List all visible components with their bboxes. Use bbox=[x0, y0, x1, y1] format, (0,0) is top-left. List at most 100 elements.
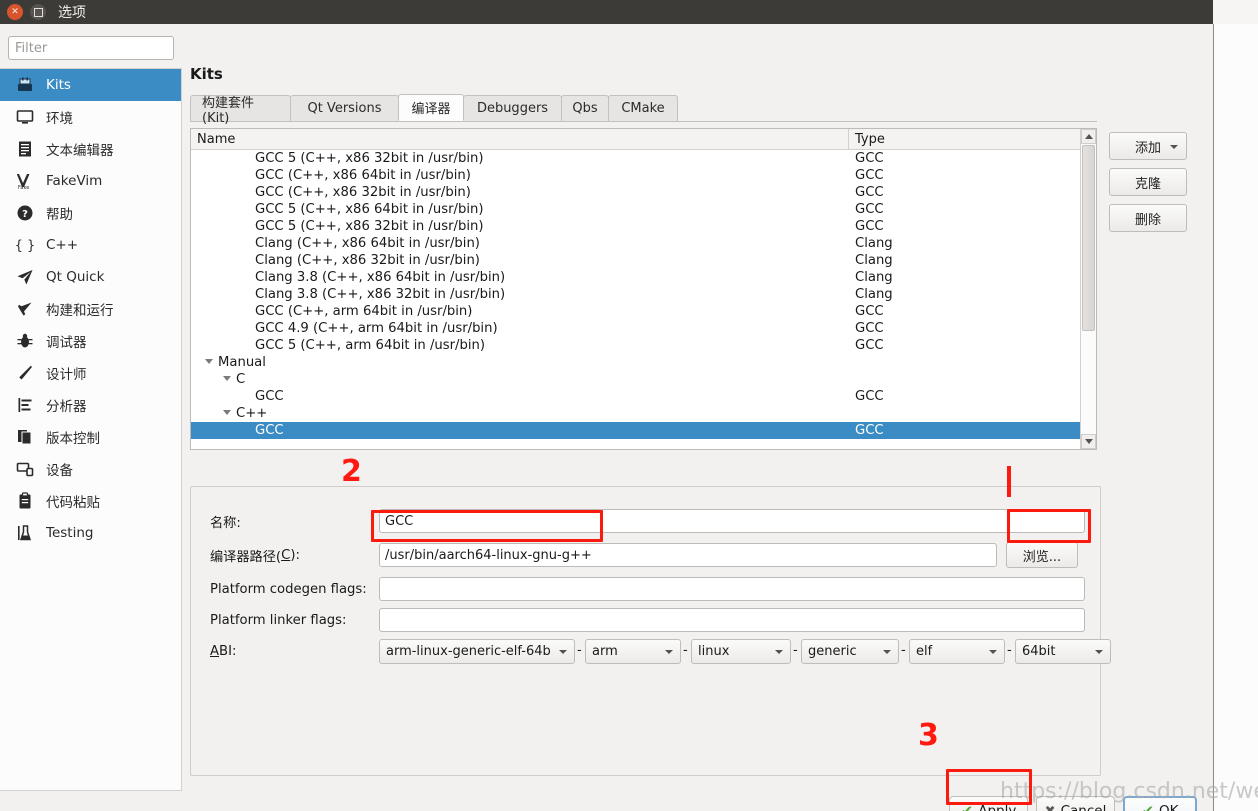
tree-expander-icon[interactable] bbox=[205, 358, 213, 364]
compiler-list-rows[interactable]: GCC 5 (C++, x86 32bit in /usr/bin) GCC GCC… bbox=[191, 150, 1096, 439]
analyzer-icon bbox=[14, 395, 36, 415]
cell-type: GCC bbox=[855, 151, 884, 166]
abi-combo-value: elf bbox=[916, 644, 933, 659]
codegen-flags-field[interactable] bbox=[379, 577, 1085, 601]
tab-bar[interactable]: 构建套件(Kit) Qt Versions 编译器 Debuggers Qbs CMake bbox=[190, 94, 1097, 126]
apply-button[interactable]: ✔ Apply bbox=[949, 796, 1028, 811]
abi-separator: - bbox=[901, 643, 906, 658]
sidebar-item-2[interactable]: 文本编辑器 bbox=[0, 133, 181, 165]
sidebar-item-3[interactable]: Fake FakeVim bbox=[0, 165, 181, 197]
cell-name: Manual bbox=[191, 355, 849, 370]
tab-5[interactable]: CMake bbox=[608, 95, 678, 121]
sidebar-item-8[interactable]: 调试器 bbox=[0, 325, 181, 357]
abi-row: A BI: arm-linux-generic-elf-64b - arm - linux… bbox=[191, 639, 1111, 664]
sidebar-item-0[interactable]: Kits bbox=[0, 69, 181, 101]
compiler-list-scrollbar[interactable] bbox=[1080, 129, 1096, 449]
tab-4[interactable]: Qbs bbox=[561, 95, 609, 121]
scroll-up-icon[interactable] bbox=[1081, 129, 1096, 144]
column-header-name[interactable]: Name bbox=[191, 129, 849, 149]
text-editor-icon bbox=[14, 139, 36, 159]
scroll-down-icon[interactable] bbox=[1081, 434, 1096, 449]
qtquick-icon bbox=[14, 267, 36, 287]
linker-flags-label: Platform linker flags: bbox=[210, 612, 347, 628]
browse-button[interactable]: 浏览... bbox=[1006, 542, 1078, 568]
linker-flags-field[interactable] bbox=[379, 608, 1085, 632]
compiler-path-label: 编译器路径(C): bbox=[210, 547, 300, 565]
tree-expander-icon[interactable] bbox=[223, 409, 231, 415]
cell-type: GCC bbox=[855, 338, 884, 353]
sidebar-item-1[interactable]: 环境 bbox=[0, 101, 181, 133]
abi-combo-5[interactable]: 64bit bbox=[1015, 639, 1111, 664]
table-row[interactable]: GCC 4.9 (C++, arm 64bit in /usr/bin) GCC bbox=[191, 320, 1096, 337]
table-row[interactable]: GCC 5 (C++, arm 64bit in /usr/bin) GCC bbox=[191, 337, 1096, 354]
abi-combo-4[interactable]: elf bbox=[909, 639, 1005, 664]
search-input[interactable] bbox=[8, 36, 174, 60]
device-icon bbox=[14, 459, 36, 479]
tab-1[interactable]: Qt Versions bbox=[290, 95, 399, 121]
fakevim-icon: Fake bbox=[14, 171, 36, 191]
abi-combo-0[interactable]: arm-linux-generic-elf-64b bbox=[379, 639, 575, 664]
table-row[interactable]: Clang (C++, x86 32bit in /usr/bin) Clang bbox=[191, 252, 1096, 269]
abi-combo-2[interactable]: linux bbox=[691, 639, 791, 664]
sidebar-item-9[interactable]: 设计师 bbox=[0, 357, 181, 389]
cell-name-text: GCC bbox=[255, 423, 284, 438]
table-row[interactable]: GCC (C++, arm 64bit in /usr/bin) GCC bbox=[191, 303, 1096, 320]
green-check-icon: ✔ bbox=[1141, 801, 1155, 811]
compiler-path-row: 编译器路径(C): 浏览... bbox=[191, 542, 1100, 568]
table-row[interactable]: GCC 5 (C++, x86 32bit in /usr/bin) GCC bbox=[191, 150, 1096, 167]
window-maximize-icon[interactable] bbox=[30, 4, 46, 20]
abi-combo-1[interactable]: arm bbox=[585, 639, 681, 664]
ok-button[interactable]: ✔ OK bbox=[1123, 796, 1197, 811]
table-row[interactable]: C++ bbox=[191, 405, 1096, 422]
table-row[interactable]: GCC GCC bbox=[191, 388, 1096, 405]
cancel-button[interactable]: ✖ Cancel bbox=[1036, 796, 1115, 811]
table-row[interactable]: GCC (C++, x86 32bit in /usr/bin) GCC bbox=[191, 184, 1096, 201]
sidebar-item-12[interactable]: 设备 bbox=[0, 453, 181, 485]
tab-0[interactable]: 构建套件(Kit) bbox=[190, 95, 291, 126]
window-titlebar: ✕ 选项 bbox=[0, 0, 1213, 24]
sidebar-item-label: 环境 bbox=[46, 111, 73, 127]
compiler-list[interactable]: Name Type GCC 5 (C++, x86 32bit in /usr/… bbox=[190, 128, 1097, 450]
sidebar-item-10[interactable]: 分析器 bbox=[0, 389, 181, 421]
tree-expander-icon[interactable] bbox=[223, 375, 231, 381]
chevron-down-icon bbox=[883, 650, 891, 654]
sidebar-item-11[interactable]: 版本控制 bbox=[0, 421, 181, 453]
name-field[interactable] bbox=[379, 509, 1085, 533]
table-row[interactable]: GCC GCC bbox=[191, 422, 1096, 439]
cell-name-text: Manual bbox=[218, 355, 266, 370]
sidebar-item-4[interactable]: ? 帮助 bbox=[0, 197, 181, 229]
remove-button[interactable]: 删除 bbox=[1109, 204, 1187, 232]
table-row[interactable]: GCC 5 (C++, x86 32bit in /usr/bin) GCC bbox=[191, 218, 1096, 235]
sidebar-item-label: Kits bbox=[46, 77, 71, 93]
cell-name: GCC bbox=[191, 389, 849, 404]
compiler-path-field[interactable] bbox=[379, 543, 997, 567]
options-sidebar[interactable]: Kits 环境文本编辑器 Fake FakeVim? 帮助 { } C++ Qt Quick 构… bbox=[0, 68, 182, 791]
abi-combo-value: arm bbox=[592, 644, 618, 659]
tab-3[interactable]: Debuggers bbox=[463, 95, 562, 121]
add-button[interactable]: 添加 bbox=[1109, 132, 1187, 160]
table-row[interactable]: GCC 5 (C++, x86 64bit in /usr/bin) GCC bbox=[191, 201, 1096, 218]
scrollbar-thumb[interactable] bbox=[1082, 145, 1095, 331]
cell-type: GCC bbox=[855, 423, 884, 438]
clone-button[interactable]: 克隆 bbox=[1109, 168, 1187, 196]
abi-separator: - bbox=[793, 643, 798, 658]
sidebar-item-5[interactable]: { } C++ bbox=[0, 229, 181, 261]
abi-combo-3[interactable]: generic bbox=[801, 639, 899, 664]
table-row[interactable]: GCC (C++, x86 64bit in /usr/bin) GCC bbox=[191, 167, 1096, 184]
sidebar-item-13[interactable]: 代码粘贴 bbox=[0, 485, 181, 517]
sidebar-item-6[interactable]: Qt Quick bbox=[0, 261, 181, 293]
sidebar-item-7[interactable]: 构建和运行 bbox=[0, 293, 181, 325]
table-row[interactable]: C bbox=[191, 371, 1096, 388]
sidebar-item-14[interactable]: Testing bbox=[0, 517, 181, 549]
sidebar-item-label: 构建和运行 bbox=[46, 303, 114, 319]
monitor-icon bbox=[14, 107, 36, 127]
tab-2[interactable]: 编译器 bbox=[398, 94, 464, 121]
cell-type: Clang bbox=[855, 253, 893, 268]
window-close-icon[interactable]: ✕ bbox=[7, 4, 23, 20]
table-row[interactable]: Manual bbox=[191, 354, 1096, 371]
table-row[interactable]: Clang (C++, x86 64bit in /usr/bin) Clang bbox=[191, 235, 1096, 252]
table-row[interactable]: Clang 3.8 (C++, x86 64bit in /usr/bin) Cl… bbox=[191, 269, 1096, 286]
cell-name: C bbox=[191, 372, 849, 387]
column-header-type[interactable]: Type bbox=[849, 129, 1096, 149]
table-row[interactable]: Clang 3.8 (C++, x86 32bit in /usr/bin) Cl… bbox=[191, 286, 1096, 303]
